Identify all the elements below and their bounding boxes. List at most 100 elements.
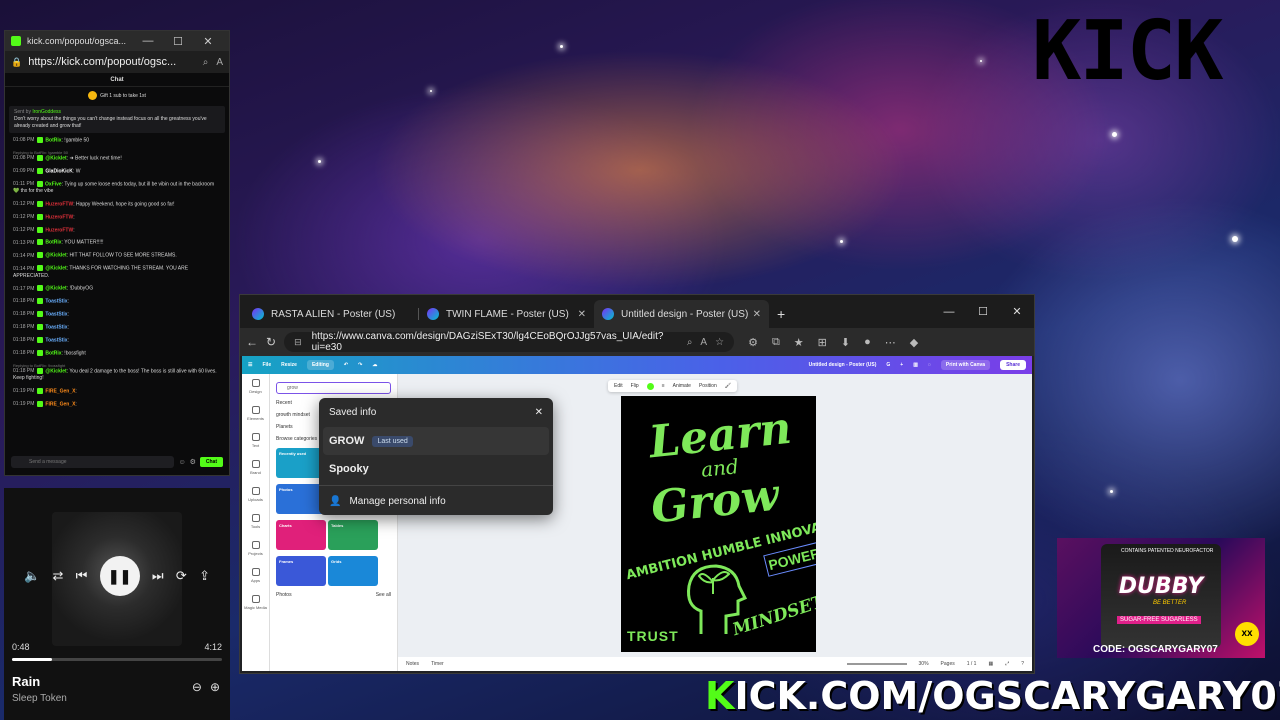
category-card[interactable]: Frames xyxy=(276,556,326,586)
category-card[interactable]: Charts xyxy=(276,520,326,550)
rail-item[interactable]: Magic Media xyxy=(242,590,269,617)
message-username[interactable]: GlaDioKicK xyxy=(45,168,73,174)
previous-icon[interactable]: ⏮ xyxy=(76,568,88,584)
back-icon[interactable]: ← xyxy=(246,335,258,349)
position-button[interactable]: Position xyxy=(699,383,717,389)
zoom-slider[interactable] xyxy=(846,663,907,665)
rail-item[interactable]: Apps xyxy=(242,563,269,590)
resize-menu[interactable]: Resize xyxy=(281,362,297,368)
message-username[interactable]: FIRE_Gen_X xyxy=(45,388,75,394)
message-username[interactable]: HuzeroFTW xyxy=(45,201,73,207)
fullscreen-icon[interactable]: ⤢ xyxy=(1005,661,1009,667)
message-username[interactable]: ToastStix xyxy=(45,298,67,304)
pause-button[interactable]: ❚❚ xyxy=(99,556,140,596)
poster-trust-text[interactable]: TRUST xyxy=(627,628,679,644)
maximize-icon[interactable]: ☐ xyxy=(966,305,1000,318)
animate-button[interactable]: Animate xyxy=(673,383,691,389)
print-with-canva-button[interactable]: Print with Canva xyxy=(940,360,991,370)
extensions-icon[interactable]: ⚙ xyxy=(748,336,758,349)
rail-item[interactable]: Elements xyxy=(242,401,269,428)
doc-title[interactable]: Untitled design - Poster (US) xyxy=(809,362,877,368)
minimize-icon[interactable]: — xyxy=(932,306,966,318)
category-card[interactable]: Grids xyxy=(328,556,378,586)
tab-twin-flame[interactable]: TWIN FLAME - Poster (US) ✕ xyxy=(419,300,594,328)
split-screen-icon[interactable]: ⧉ xyxy=(772,336,780,349)
favorite-star-icon[interactable]: ☆ xyxy=(715,337,724,348)
refresh-icon[interactable]: ↻ xyxy=(266,335,276,349)
help-icon[interactable]: ? xyxy=(1021,661,1024,667)
volume-icon[interactable]: 🔈 xyxy=(24,568,40,584)
chat-message-input[interactable]: Send a message xyxy=(11,456,175,468)
menu-icon[interactable]: ☰ xyxy=(248,362,252,368)
read-aloud-icon[interactable]: A xyxy=(216,57,223,68)
message-username[interactable]: HuzeroFTW xyxy=(45,214,73,220)
chat-address-bar[interactable]: 🔒 https://kick.com/popout/ogsc... ⌕ A xyxy=(5,51,229,73)
copilot-icon[interactable]: ◆ xyxy=(910,336,918,349)
message-username[interactable]: @Kicklet xyxy=(45,266,66,272)
analytics-icon[interactable]: ▥ xyxy=(913,362,918,368)
gift-sub-banner[interactable]: Gift 1 sub to take 1st xyxy=(5,87,229,104)
message-username[interactable]: ToastStix xyxy=(45,324,67,330)
message-username[interactable]: ToastStix xyxy=(45,337,67,343)
rail-item[interactable]: Projects xyxy=(242,536,269,563)
saved-item-spooky[interactable]: Spooky xyxy=(319,455,553,483)
message-username[interactable]: @Kicklet xyxy=(45,286,66,292)
elements-search-input[interactable]: grow xyxy=(276,382,391,394)
close-tab-icon[interactable]: ✕ xyxy=(753,309,761,320)
paint-format-icon[interactable]: 🖌 xyxy=(725,383,731,389)
chat-send-button[interactable]: Chat xyxy=(199,457,223,467)
timer-button[interactable]: Timer xyxy=(431,661,444,667)
favorites-icon[interactable]: ★ xyxy=(794,336,804,349)
redo-icon[interactable]: ↷ xyxy=(358,362,362,368)
manage-personal-info[interactable]: 👤 Manage personal info xyxy=(319,488,553,515)
undo-icon[interactable]: ↶ xyxy=(344,362,348,368)
color-swatch[interactable] xyxy=(646,382,654,390)
message-username[interactable]: ToastStix xyxy=(45,311,67,317)
progress-bar[interactable] xyxy=(12,658,222,661)
shuffle-icon[interactable]: ⇄ xyxy=(52,568,63,584)
message-username[interactable]: @Kicklet xyxy=(45,155,66,161)
read-aloud-icon[interactable]: A xyxy=(700,337,707,348)
collections-icon[interactable]: ⊞ xyxy=(818,336,827,349)
rail-item[interactable]: Uploads xyxy=(242,482,269,509)
new-tab-icon[interactable]: + xyxy=(769,306,793,328)
profile-avatar[interactable]: ● xyxy=(864,336,871,348)
site-info-icon[interactable]: ⊟ xyxy=(294,337,302,348)
message-username[interactable]: @Kicklet xyxy=(45,368,66,374)
category-card[interactable]: Tables xyxy=(328,520,378,550)
file-menu[interactable]: File xyxy=(262,362,271,368)
tab-rasta-alien[interactable]: RASTA ALIEN - Poster (US) xyxy=(244,300,419,328)
message-username[interactable]: BotRix xyxy=(45,137,61,143)
address-bar[interactable]: ⊟ https://www.canva.com/design/DAGziSExT… xyxy=(284,331,735,353)
rail-item[interactable]: Tools xyxy=(242,509,269,536)
share-icon[interactable]: ⇪ xyxy=(199,568,210,584)
more-menu-icon[interactable]: ⋯ xyxy=(885,336,896,349)
add-collaborator-icon[interactable]: + xyxy=(900,362,903,368)
zoom-icon[interactable]: ⌕ xyxy=(687,337,693,348)
remove-icon[interactable]: ⊖ xyxy=(192,680,202,694)
share-button[interactable]: Share xyxy=(1000,360,1026,370)
close-tab-icon[interactable]: ✕ xyxy=(578,309,586,320)
settings-icon[interactable]: ⚙ xyxy=(190,458,196,466)
rail-item[interactable]: Design xyxy=(242,374,269,401)
repeat-icon[interactable]: ⟳ xyxy=(176,568,187,584)
close-icon[interactable]: ✕ xyxy=(193,35,223,48)
message-username[interactable]: HuzeroFTW xyxy=(45,227,73,233)
zoom-icon[interactable]: ⌕ xyxy=(203,57,209,68)
message-username[interactable]: BotRix xyxy=(45,350,61,356)
message-username[interactable]: @Kicklet xyxy=(45,253,66,259)
close-icon[interactable]: ✕ xyxy=(535,407,543,418)
tab-untitled-design[interactable]: Untitled design - Poster (US) ✕ xyxy=(594,300,769,328)
next-icon[interactable]: ⏭ xyxy=(152,568,164,584)
close-icon[interactable]: ✕ xyxy=(1000,305,1034,318)
add-icon[interactable]: ⊕ xyxy=(210,680,220,694)
emote-icon[interactable]: ☺ xyxy=(178,459,185,466)
editing-menu[interactable]: Editing xyxy=(306,360,334,370)
comment-icon[interactable]: ◌ xyxy=(928,362,931,368)
rail-item[interactable]: Text xyxy=(242,428,269,455)
rail-item[interactable]: Brand xyxy=(242,455,269,482)
saved-item-grow[interactable]: GROW Last used xyxy=(323,427,549,455)
minimize-icon[interactable]: — xyxy=(133,35,163,47)
message-username[interactable]: BotRix xyxy=(45,240,61,246)
poster-canvas[interactable]: Learn and Grow AMBITION HUMBLE INNOVATIO… xyxy=(621,396,816,652)
